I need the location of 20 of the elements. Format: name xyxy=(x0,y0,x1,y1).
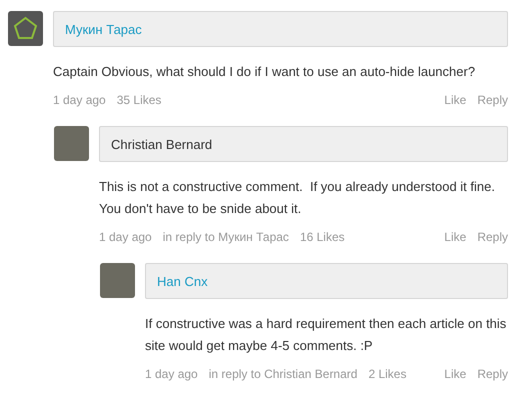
reply-link[interactable]: Reply xyxy=(477,93,508,107)
comment-time: 1 day ago xyxy=(145,367,198,381)
like-link[interactable]: Like xyxy=(444,93,466,107)
comment-time: 1 day ago xyxy=(99,230,152,244)
comment-text: Captain Obvious, what should I do if I want to use an auto-hide launcher? xyxy=(53,63,476,81)
comment-text: If constructive was a hard requirement then each article on this site would get maybe 4-5 comments. :P xyxy=(145,315,508,355)
like-link[interactable]: Like xyxy=(444,367,466,381)
like-link[interactable]: Like xyxy=(444,230,466,244)
author-name[interactable]: Мукин Тарас xyxy=(65,22,142,36)
comment-time: 1 day ago xyxy=(53,93,106,107)
likes-count: 2 Likes xyxy=(368,367,406,381)
reply-to-link[interactable]: in reply to Christian Bernard xyxy=(208,367,358,381)
author-name[interactable]: Han Cnx xyxy=(157,274,208,288)
author-name: Christian Bernard xyxy=(111,136,212,152)
comment-text: This is not a constructive comment. If you already understood it fine. You don't have to be snide about it. xyxy=(99,178,496,218)
likes-count: 35 Likes xyxy=(116,93,162,107)
reply-link[interactable]: Reply xyxy=(477,230,508,244)
reply-link[interactable]: Reply xyxy=(477,367,508,381)
reply-to-link[interactable]: in reply to Мукин Тарас xyxy=(162,230,289,244)
likes-count: 16 Likes xyxy=(300,230,345,244)
